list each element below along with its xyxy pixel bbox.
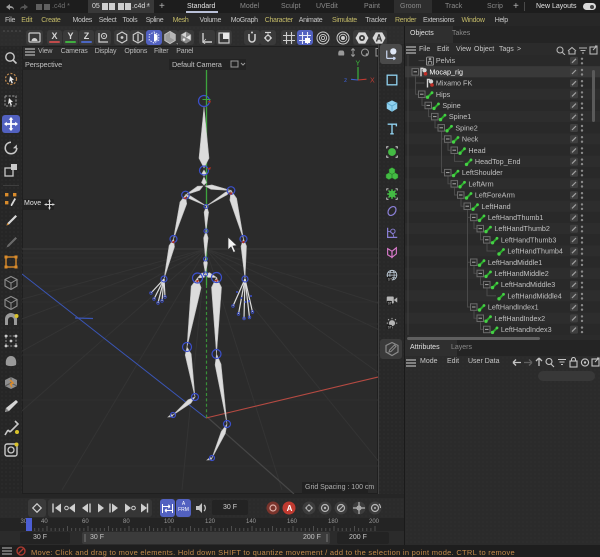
svg-text:LeftHandMiddle3: LeftHandMiddle3	[501, 280, 555, 289]
svg-text:ST: ST	[388, 326, 392, 330]
svg-text:HeadTop_End: HeadTop_End	[475, 157, 521, 166]
svg-text:Mocap_rig: Mocap_rig	[429, 67, 463, 76]
svg-text:LeftForeArm: LeftForeArm	[475, 191, 515, 200]
svg-text:LeftArm: LeftArm	[468, 179, 493, 188]
svg-text:Y: Y	[356, 61, 361, 68]
svg-text:Neck: Neck	[462, 135, 479, 144]
svg-text:LeftHandIndex1: LeftHandIndex1	[488, 303, 539, 312]
svg-text:X: X	[370, 78, 375, 85]
svg-text:Spine1: Spine1	[449, 112, 471, 121]
svg-text:A: A	[287, 504, 293, 513]
svg-text:LeftHandIndex2: LeftHandIndex2	[494, 314, 545, 323]
svg-text:LeftHandMiddle4: LeftHandMiddle4	[507, 291, 561, 300]
svg-text:Pelvis: Pelvis	[436, 56, 456, 65]
svg-text:Mixamo FK: Mixamo FK	[436, 79, 473, 88]
svg-text:LeftHandThumb3: LeftHandThumb3	[501, 235, 557, 244]
svg-text:Spine2: Spine2	[455, 123, 477, 132]
svg-text:LeftHandThumb2: LeftHandThumb2	[494, 224, 550, 233]
svg-text:LeftHandIndex3: LeftHandIndex3	[501, 325, 552, 334]
svg-text:z: z	[344, 77, 347, 84]
svg-text:LeftHandThumb1: LeftHandThumb1	[488, 213, 544, 222]
svg-text:LeftHandMiddle2: LeftHandMiddle2	[494, 269, 548, 278]
svg-text:ST: ST	[388, 302, 392, 306]
svg-text:LeftHand: LeftHand	[481, 202, 510, 211]
svg-text:LeftShoulder: LeftShoulder	[462, 168, 503, 177]
svg-text:LeftHandMiddle1: LeftHandMiddle1	[488, 258, 542, 267]
svg-text:Spine: Spine	[442, 101, 460, 110]
svg-text:LeftHandThumb4: LeftHandThumb4	[507, 247, 563, 256]
svg-text:Hips: Hips	[436, 90, 451, 99]
svg-text:Head: Head	[468, 146, 485, 155]
